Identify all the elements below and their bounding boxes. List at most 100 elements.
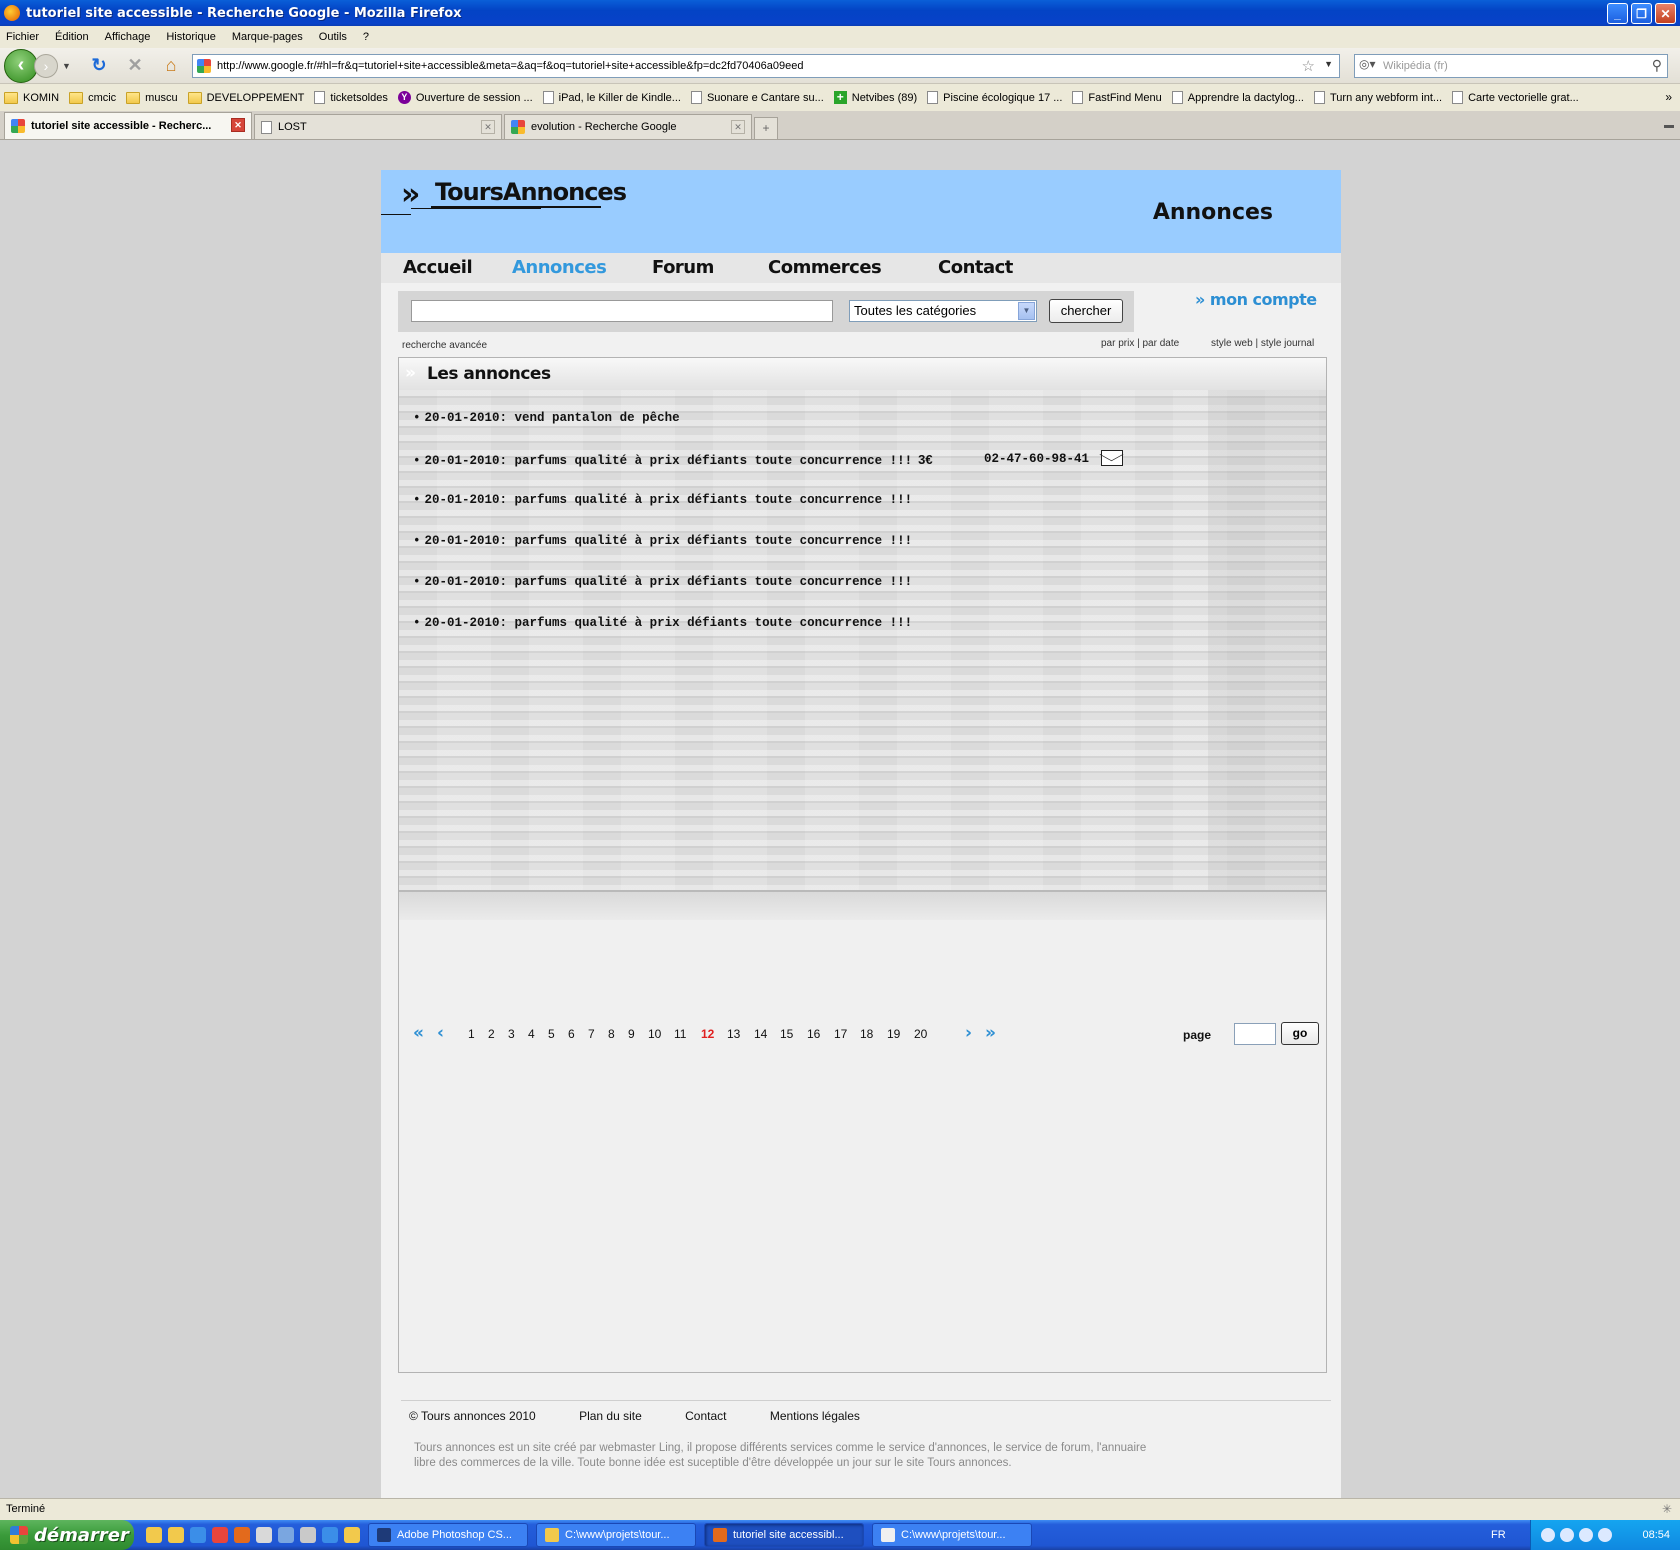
stop-icon[interactable]: ✕ <box>124 55 146 77</box>
tab-tutoriel[interactable]: tutoriel site accessible - Recherc... ✕ <box>4 112 252 139</box>
nav-annonces[interactable]: Annonces <box>512 257 607 278</box>
advanced-search-link[interactable]: recherche avancée <box>402 340 487 351</box>
task-explorer[interactable]: C:\www\projets\tour... <box>536 1523 696 1547</box>
listing-title[interactable]: parfums qualité à prix défiants toute co… <box>515 575 913 589</box>
restore-button[interactable]: ❐ <box>1631 3 1652 24</box>
nav-accueil[interactable]: Accueil <box>403 257 473 278</box>
shield-icon[interactable] <box>1598 1528 1612 1542</box>
folder-icon[interactable] <box>168 1527 184 1543</box>
back-button[interactable]: ‹ <box>4 48 38 83</box>
chevron-down-icon[interactable]: ▼ <box>1018 302 1035 320</box>
folder-icon[interactable] <box>146 1527 162 1543</box>
bookmark-item[interactable]: Suonare e Cantare su... <box>690 91 824 104</box>
tab-lost[interactable]: LOST ✕ <box>254 114 502 139</box>
close-window-button[interactable]: ✕ <box>1655 3 1676 24</box>
page-link[interactable]: 8 <box>608 1027 615 1041</box>
first-page-icon[interactable]: « <box>413 1023 424 1043</box>
task-photoshop[interactable]: Adobe Photoshop CS... <box>368 1523 528 1547</box>
nav-forum[interactable]: Forum <box>652 257 714 278</box>
wikipedia-engine-icon[interactable]: ◎▾ <box>1359 57 1383 75</box>
page-link[interactable]: 19 <box>887 1027 900 1041</box>
task-editor[interactable]: C:\www\projets\tour... <box>872 1523 1032 1547</box>
nav-contact[interactable]: Contact <box>938 257 1013 278</box>
listing-item[interactable]: • 20-01-2010: parfums qualité à prix défi… <box>413 534 933 575</box>
tray-icon[interactable] <box>1560 1528 1574 1542</box>
reload-icon[interactable]: ↻ <box>88 55 110 77</box>
page-link[interactable]: 18 <box>860 1027 873 1041</box>
tab-list-icon[interactable]: ▬ <box>1664 120 1674 131</box>
history-dropdown-icon[interactable]: ▼ <box>62 61 74 71</box>
menu-affichage[interactable]: Affichage <box>105 31 151 43</box>
bookmark-item[interactable]: Apprendre la dactylog... <box>1171 91 1304 104</box>
bookmark-item[interactable]: KOMIN <box>4 91 59 104</box>
ie-icon[interactable] <box>190 1527 206 1543</box>
bookmark-star-icon[interactable]: ☆ <box>1302 57 1315 75</box>
listing-item[interactable]: • 20-01-2010: parfums qualité à prix défi… <box>413 575 933 616</box>
page-link[interactable]: 16 <box>807 1027 820 1041</box>
envelope-icon[interactable] <box>1101 450 1123 466</box>
footer-link-contact[interactable]: Contact <box>685 1409 726 1423</box>
bookmark-item[interactable]: FastFind Menu <box>1072 91 1162 104</box>
sort-links[interactable]: par prix | par date <box>1101 338 1179 349</box>
page-link[interactable]: 4 <box>528 1027 535 1041</box>
page-link[interactable]: 9 <box>628 1027 635 1041</box>
style-links[interactable]: style web | style journal <box>1211 338 1314 349</box>
close-tab-icon[interactable]: ✕ <box>731 120 745 134</box>
category-select[interactable]: Toutes les catégories ▼ <box>849 300 1037 322</box>
next-page-icon[interactable]: › <box>965 1023 972 1043</box>
search-bar[interactable]: ◎▾ Wikipédia (fr) ⚲ <box>1354 53 1668 78</box>
new-tab-button[interactable]: + <box>754 117 778 139</box>
page-link[interactable]: 17 <box>834 1027 847 1041</box>
listing-title[interactable]: parfums qualité à prix défiants toute co… <box>515 493 913 507</box>
listing-title[interactable]: parfums qualité à prix défiants toute co… <box>515 616 913 630</box>
footer-link-plan[interactable]: Plan du site <box>579 1409 642 1423</box>
page-link[interactable]: 3 <box>508 1027 515 1041</box>
page-link[interactable]: 20 <box>914 1027 927 1041</box>
start-button[interactable]: démarrer <box>0 1520 134 1550</box>
ad-search-input[interactable] <box>411 300 833 322</box>
listing-title[interactable]: vend pantalon de pêche <box>515 411 680 425</box>
page-link[interactable]: 11 <box>674 1027 686 1041</box>
menu-marque-pages[interactable]: Marque-pages <box>232 31 303 43</box>
language-indicator[interactable]: FR <box>1491 1529 1506 1541</box>
bookmark-item[interactable]: ticketsoldes <box>314 91 388 104</box>
network-icon[interactable] <box>278 1527 294 1543</box>
page-link[interactable]: 1 <box>468 1027 475 1041</box>
close-tab-icon[interactable]: ✕ <box>481 120 495 134</box>
task-firefox[interactable]: tutoriel site accessibl... <box>704 1523 864 1547</box>
page-number-input[interactable] <box>1234 1023 1276 1045</box>
page-link[interactable]: 7 <box>588 1027 595 1041</box>
site-logo[interactable]: ToursAnnonces <box>435 178 627 206</box>
go-button[interactable]: go <box>1281 1022 1319 1045</box>
bookmark-item[interactable]: Turn any webform int... <box>1313 91 1442 104</box>
bookmark-item[interactable]: DEVELOPPEMENT <box>187 91 304 104</box>
bookmark-item[interactable]: Carte vectorielle grat... <box>1452 91 1579 104</box>
account-link[interactable]: » mon compte <box>1195 290 1317 309</box>
page-link[interactable]: 6 <box>568 1027 575 1041</box>
prev-page-icon[interactable]: ‹ <box>437 1023 444 1043</box>
page-link[interactable]: 14 <box>754 1027 767 1041</box>
url-bar[interactable]: http://www.google.fr/#hl=fr&q=tutoriel+s… <box>192 53 1340 78</box>
firefox-icon[interactable] <box>234 1527 250 1543</box>
bookmark-item[interactable]: cmcic <box>69 91 116 104</box>
chrome-icon[interactable] <box>212 1527 228 1543</box>
menu-help[interactable]: ? <box>363 31 369 43</box>
menu-outils[interactable]: Outils <box>319 31 347 43</box>
bookmark-item[interactable]: muscu <box>126 91 178 104</box>
home-icon[interactable]: ⌂ <box>160 55 182 77</box>
menu-fichier[interactable]: Fichier <box>6 31 39 43</box>
listing-title[interactable]: parfums qualité à prix défiants toute co… <box>515 534 913 548</box>
listing-item[interactable]: • 20-01-2010: parfums qualité à prix défi… <box>413 450 1123 493</box>
footer-link-mentions[interactable]: Mentions légales <box>770 1409 860 1423</box>
tray-icon[interactable] <box>1579 1528 1593 1542</box>
close-tab-icon[interactable]: ✕ <box>231 118 245 132</box>
bookmark-item[interactable]: iPad, le Killer de Kindle... <box>542 91 681 104</box>
page-link[interactable]: 13 <box>727 1027 740 1041</box>
search-icon[interactable]: ⚲ <box>1652 57 1662 74</box>
bookmark-item[interactable]: Y Ouverture de session ... <box>397 91 533 104</box>
url-dropdown-icon[interactable]: ▼ <box>1324 59 1333 69</box>
menu-historique[interactable]: Historique <box>166 31 216 43</box>
bookmark-item[interactable]: + Netvibes (89) <box>833 91 917 104</box>
listing-item[interactable]: • 20-01-2010: parfums qualité à prix défi… <box>413 616 933 657</box>
page-link[interactable]: 15 <box>780 1027 793 1041</box>
